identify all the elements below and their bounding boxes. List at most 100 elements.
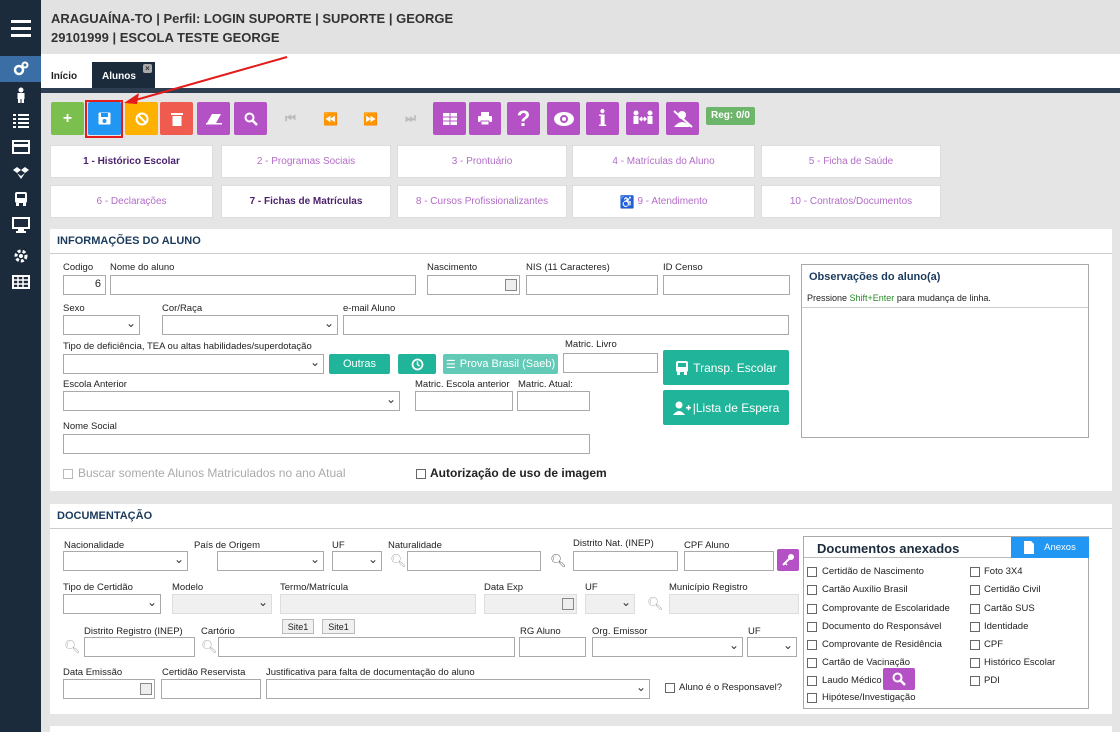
clear-button[interactable] xyxy=(197,102,230,135)
site2-button[interactable]: Site1 xyxy=(322,619,355,634)
doc-checkbox[interactable] xyxy=(970,676,980,686)
transfer-button[interactable] xyxy=(626,102,659,135)
outras-button[interactable]: Outras xyxy=(329,354,390,374)
list-icon[interactable] xyxy=(0,108,41,134)
doc-checkbox[interactable] xyxy=(807,658,817,668)
nis-field[interactable] xyxy=(526,275,658,295)
cancel-button[interactable] xyxy=(125,102,158,135)
section-tab-matriculas[interactable]: 4 - Matrículas do Aluno xyxy=(572,145,755,178)
section-tab-programas[interactable]: 2 - Programas Sociais xyxy=(221,145,391,178)
next-record-button[interactable]: ⏩ xyxy=(354,102,387,135)
section-tab-prontuario[interactable]: 3 - Prontuário xyxy=(397,145,567,178)
print-button[interactable] xyxy=(469,102,501,135)
doc-checkbox[interactable] xyxy=(807,693,817,703)
section-tab-atendimento[interactable]: ♿ 9 - Atendimento xyxy=(572,185,755,218)
grid-button[interactable] xyxy=(433,102,466,135)
cpf-key-button[interactable] xyxy=(777,549,799,571)
close-icon[interactable]: × xyxy=(143,64,152,73)
doc-checkbox[interactable] xyxy=(970,640,980,650)
responsavel-checkbox[interactable] xyxy=(665,683,675,693)
transp-escolar-button[interactable]: Transp. Escolar xyxy=(663,350,789,385)
calendar-icon[interactable] xyxy=(140,683,152,695)
doc-checkbox[interactable] xyxy=(970,604,980,614)
municipio-field[interactable] xyxy=(669,594,799,614)
deficiencia-select[interactable] xyxy=(63,354,324,374)
cartorio-field[interactable] xyxy=(218,637,515,657)
distrito-reg-search-icon[interactable]: 🔍︎ xyxy=(64,639,81,654)
email-field[interactable] xyxy=(343,315,789,335)
tab-alunos[interactable]: Alunos × xyxy=(92,62,155,90)
settings-cogs-icon[interactable] xyxy=(0,56,41,82)
idcenso-field[interactable] xyxy=(663,275,790,295)
calendar-icon[interactable] xyxy=(562,598,574,610)
distrito-search-icon[interactable]: 🔍︎ xyxy=(550,553,567,568)
nascimento-field[interactable] xyxy=(427,275,520,295)
pais-select[interactable] xyxy=(217,551,324,571)
data-exp-field[interactable] xyxy=(484,594,577,614)
delete-button[interactable] xyxy=(160,102,193,135)
distrito-reg-field[interactable] xyxy=(84,637,195,657)
section-tab-cursos[interactable]: 8 - Cursos Profissionalizantes xyxy=(397,185,567,218)
naturalidade-field[interactable] xyxy=(407,551,541,571)
escola-anterior-select[interactable] xyxy=(63,391,400,411)
lista-espera-button[interactable]: |Lista de Espera xyxy=(663,390,789,425)
nome-field[interactable] xyxy=(110,275,416,295)
distrito-field[interactable] xyxy=(573,551,678,571)
modelo-select[interactable] xyxy=(172,594,272,614)
calendar-icon[interactable] xyxy=(505,279,517,291)
doc-checkbox[interactable] xyxy=(807,585,817,595)
sexo-select[interactable] xyxy=(63,315,140,335)
search-button[interactable] xyxy=(234,102,267,135)
cartorio-search-icon[interactable]: 🔍︎ xyxy=(201,639,218,654)
site1-button[interactable]: Site1 xyxy=(282,619,314,634)
credit-card-icon[interactable] xyxy=(0,134,41,160)
buscar-checkbox[interactable] xyxy=(63,469,73,479)
first-record-button[interactable]: ⏮ xyxy=(274,102,307,135)
help-button[interactable]: ? xyxy=(507,102,540,135)
section-tab-fichas[interactable]: 7 - Fichas de Matrículas xyxy=(221,185,391,218)
doc-checkbox[interactable] xyxy=(970,622,980,632)
doc-checkbox[interactable] xyxy=(970,658,980,668)
laudo-search-button[interactable] xyxy=(883,668,915,690)
doc-checkbox[interactable] xyxy=(807,604,817,614)
uf-select[interactable] xyxy=(332,551,382,571)
gear-icon[interactable] xyxy=(0,243,41,269)
doc-checkbox[interactable] xyxy=(807,676,817,686)
last-record-button[interactable]: ⏭ xyxy=(394,102,427,135)
info-button[interactable]: i xyxy=(586,102,619,135)
anexos-button[interactable]: Anexos xyxy=(1011,537,1089,558)
termo-field[interactable] xyxy=(280,594,476,614)
orgao-select[interactable] xyxy=(592,637,743,657)
dropbox-icon[interactable] xyxy=(0,160,41,186)
history-button[interactable] xyxy=(398,354,436,374)
rg-field[interactable] xyxy=(519,637,586,657)
cor-select[interactable] xyxy=(162,315,338,335)
block-user-button[interactable] xyxy=(666,102,699,135)
menu-icon[interactable] xyxy=(0,13,41,43)
previous-record-button[interactable]: ⏪ xyxy=(314,102,347,135)
section-tab-declaracoes[interactable]: 6 - Declarações xyxy=(50,185,213,218)
nome-social-field[interactable] xyxy=(63,434,590,454)
cpf-field[interactable] xyxy=(684,551,774,571)
codigo-field[interactable]: 6 xyxy=(63,275,106,295)
doc-checkbox[interactable] xyxy=(807,567,817,577)
tab-inicio[interactable]: Início xyxy=(41,62,87,90)
section-tab-historico[interactable]: 1 - Histórico Escolar xyxy=(50,145,213,178)
justificativa-select[interactable] xyxy=(266,679,650,699)
uf2-select[interactable] xyxy=(585,594,635,614)
doc-checkbox[interactable] xyxy=(970,585,980,595)
naturalidade-search-icon[interactable]: 🔍︎ xyxy=(390,553,407,568)
matric-livro-field[interactable] xyxy=(563,353,658,373)
observacoes-textarea[interactable] xyxy=(802,307,1088,437)
add-button[interactable]: + xyxy=(51,102,84,135)
table-icon[interactable] xyxy=(0,269,41,295)
section-tab-saude[interactable]: 5 - Ficha de Saúde xyxy=(761,145,941,178)
doc-checkbox[interactable] xyxy=(807,640,817,650)
person-icon[interactable] xyxy=(0,82,41,108)
bus-icon[interactable] xyxy=(0,186,41,212)
autorizacao-checkbox[interactable] xyxy=(416,469,426,479)
view-button[interactable] xyxy=(547,102,580,135)
municipio-search-icon[interactable]: 🔍︎ xyxy=(647,596,664,611)
uf3-select[interactable] xyxy=(747,637,797,657)
reservista-field[interactable] xyxy=(161,679,261,699)
